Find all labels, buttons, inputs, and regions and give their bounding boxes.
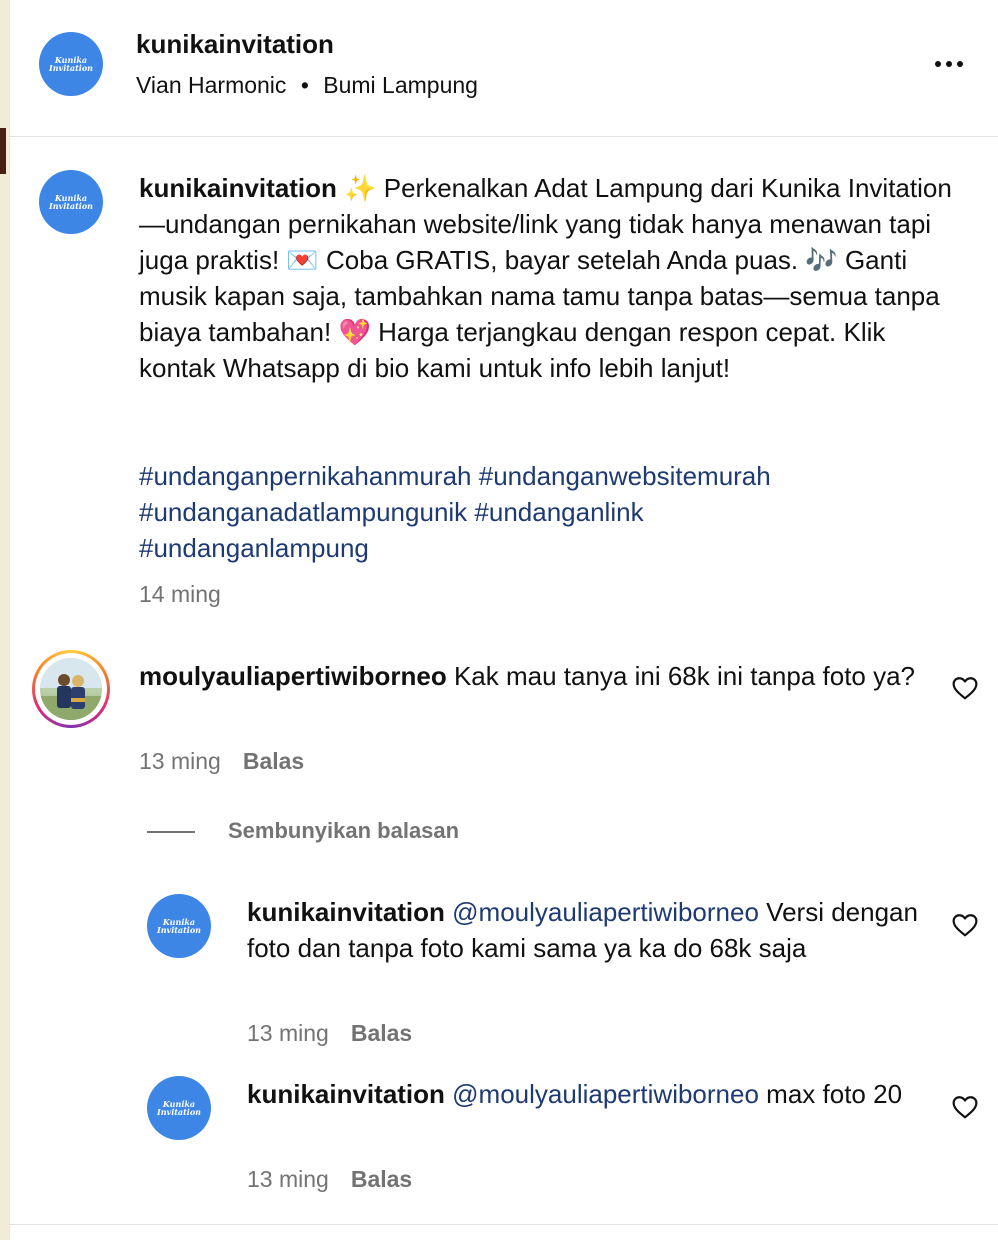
commenter-avatar[interactable] bbox=[32, 650, 110, 728]
hashtag-link[interactable]: #undanganlink bbox=[474, 497, 643, 527]
reply-button[interactable]: Balas bbox=[243, 748, 304, 774]
comment-body: Kak mau tanya ini 68k ini tanpa foto ya? bbox=[453, 661, 916, 691]
comment-text-block: moulyauliapertiwiborneo Kak mau tanya in… bbox=[139, 658, 929, 694]
reply-button[interactable]: Balas bbox=[351, 1020, 412, 1046]
header-username[interactable]: kunikainvitation bbox=[136, 29, 334, 60]
avatar-text-line2: Invitation bbox=[48, 201, 93, 211]
reply-username[interactable]: kunikainvitation bbox=[247, 1079, 445, 1109]
caption-username[interactable]: kunikainvitation bbox=[139, 173, 337, 203]
hashtag-link[interactable]: #undanganwebsitemurah bbox=[479, 461, 771, 491]
hashtag-link[interactable]: #undanganadatlampungunik bbox=[139, 497, 467, 527]
caption-body: ✨ Perkenalkan Adat Lampung dari Kunika I… bbox=[139, 173, 952, 383]
avatar-text-line2: Invitation bbox=[156, 1107, 201, 1117]
hashtag-list: #undanganpernikahanmurah #undanganwebsit… bbox=[139, 458, 969, 566]
caption-text-block: kunikainvitation ✨ Perkenalkan Adat Lamp… bbox=[139, 170, 969, 386]
separator-dot: • bbox=[300, 72, 309, 98]
header-divider bbox=[10, 136, 998, 137]
footer-divider bbox=[10, 1224, 998, 1225]
reply-text-block: kunikainvitation @moulyauliapertiwiborne… bbox=[247, 1076, 937, 1112]
left-edge-strip bbox=[0, 0, 9, 1240]
comment-meta: 13 ming Balas bbox=[139, 748, 304, 775]
reply-mention[interactable]: @moulyauliapertiwiborneo bbox=[452, 897, 759, 927]
header-subtitle: Vian Harmonic • Bumi Lampung bbox=[136, 72, 478, 99]
hide-replies-button[interactable]: Sembunyikan balasan bbox=[228, 818, 459, 844]
reply-body: max foto 20 bbox=[766, 1079, 903, 1109]
reply-button[interactable]: Balas bbox=[351, 1166, 412, 1192]
reply-timestamp[interactable]: 13 ming bbox=[247, 1166, 329, 1192]
music-name[interactable]: Vian Harmonic bbox=[136, 72, 286, 98]
header-avatar[interactable]: Kunika Invitation bbox=[39, 32, 103, 96]
avatar-text-line2: Invitation bbox=[48, 63, 93, 73]
avatar-photo-art bbox=[40, 658, 102, 720]
heart-icon[interactable] bbox=[952, 1095, 978, 1119]
reply-text-block: kunikainvitation @moulyauliapertiwiborne… bbox=[247, 894, 937, 966]
caption-timestamp[interactable]: 14 ming bbox=[139, 581, 221, 608]
reply-meta: 13 ming Balas bbox=[247, 1020, 412, 1047]
avatar-text-line2: Invitation bbox=[156, 925, 201, 935]
comment-timestamp[interactable]: 13 ming bbox=[139, 748, 221, 774]
avatar-photo bbox=[40, 658, 102, 720]
hashtag-link[interactable]: #undanganlampung bbox=[139, 533, 369, 563]
left-edge-marker bbox=[0, 128, 6, 174]
comment-username[interactable]: moulyauliapertiwiborneo bbox=[139, 661, 447, 691]
reply-avatar[interactable]: Kunika Invitation bbox=[147, 894, 211, 958]
content-edge bbox=[9, 0, 10, 1240]
reply-username[interactable]: kunikainvitation bbox=[247, 897, 445, 927]
reply-mention[interactable]: @moulyauliapertiwiborneo bbox=[452, 1079, 759, 1109]
location-name[interactable]: Bumi Lampung bbox=[323, 72, 478, 98]
more-options-icon[interactable] bbox=[930, 55, 968, 73]
hashtag-link[interactable]: #undanganpernikahanmurah bbox=[139, 461, 472, 491]
caption-avatar[interactable]: Kunika Invitation bbox=[39, 170, 103, 234]
avatar-ring-inner bbox=[35, 653, 107, 725]
reply-meta: 13 ming Balas bbox=[247, 1166, 412, 1193]
reply-timestamp[interactable]: 13 ming bbox=[247, 1020, 329, 1046]
heart-icon[interactable] bbox=[952, 676, 978, 700]
reply-avatar[interactable]: Kunika Invitation bbox=[147, 1076, 211, 1140]
hide-replies-line bbox=[147, 831, 195, 833]
heart-icon[interactable] bbox=[952, 913, 978, 937]
